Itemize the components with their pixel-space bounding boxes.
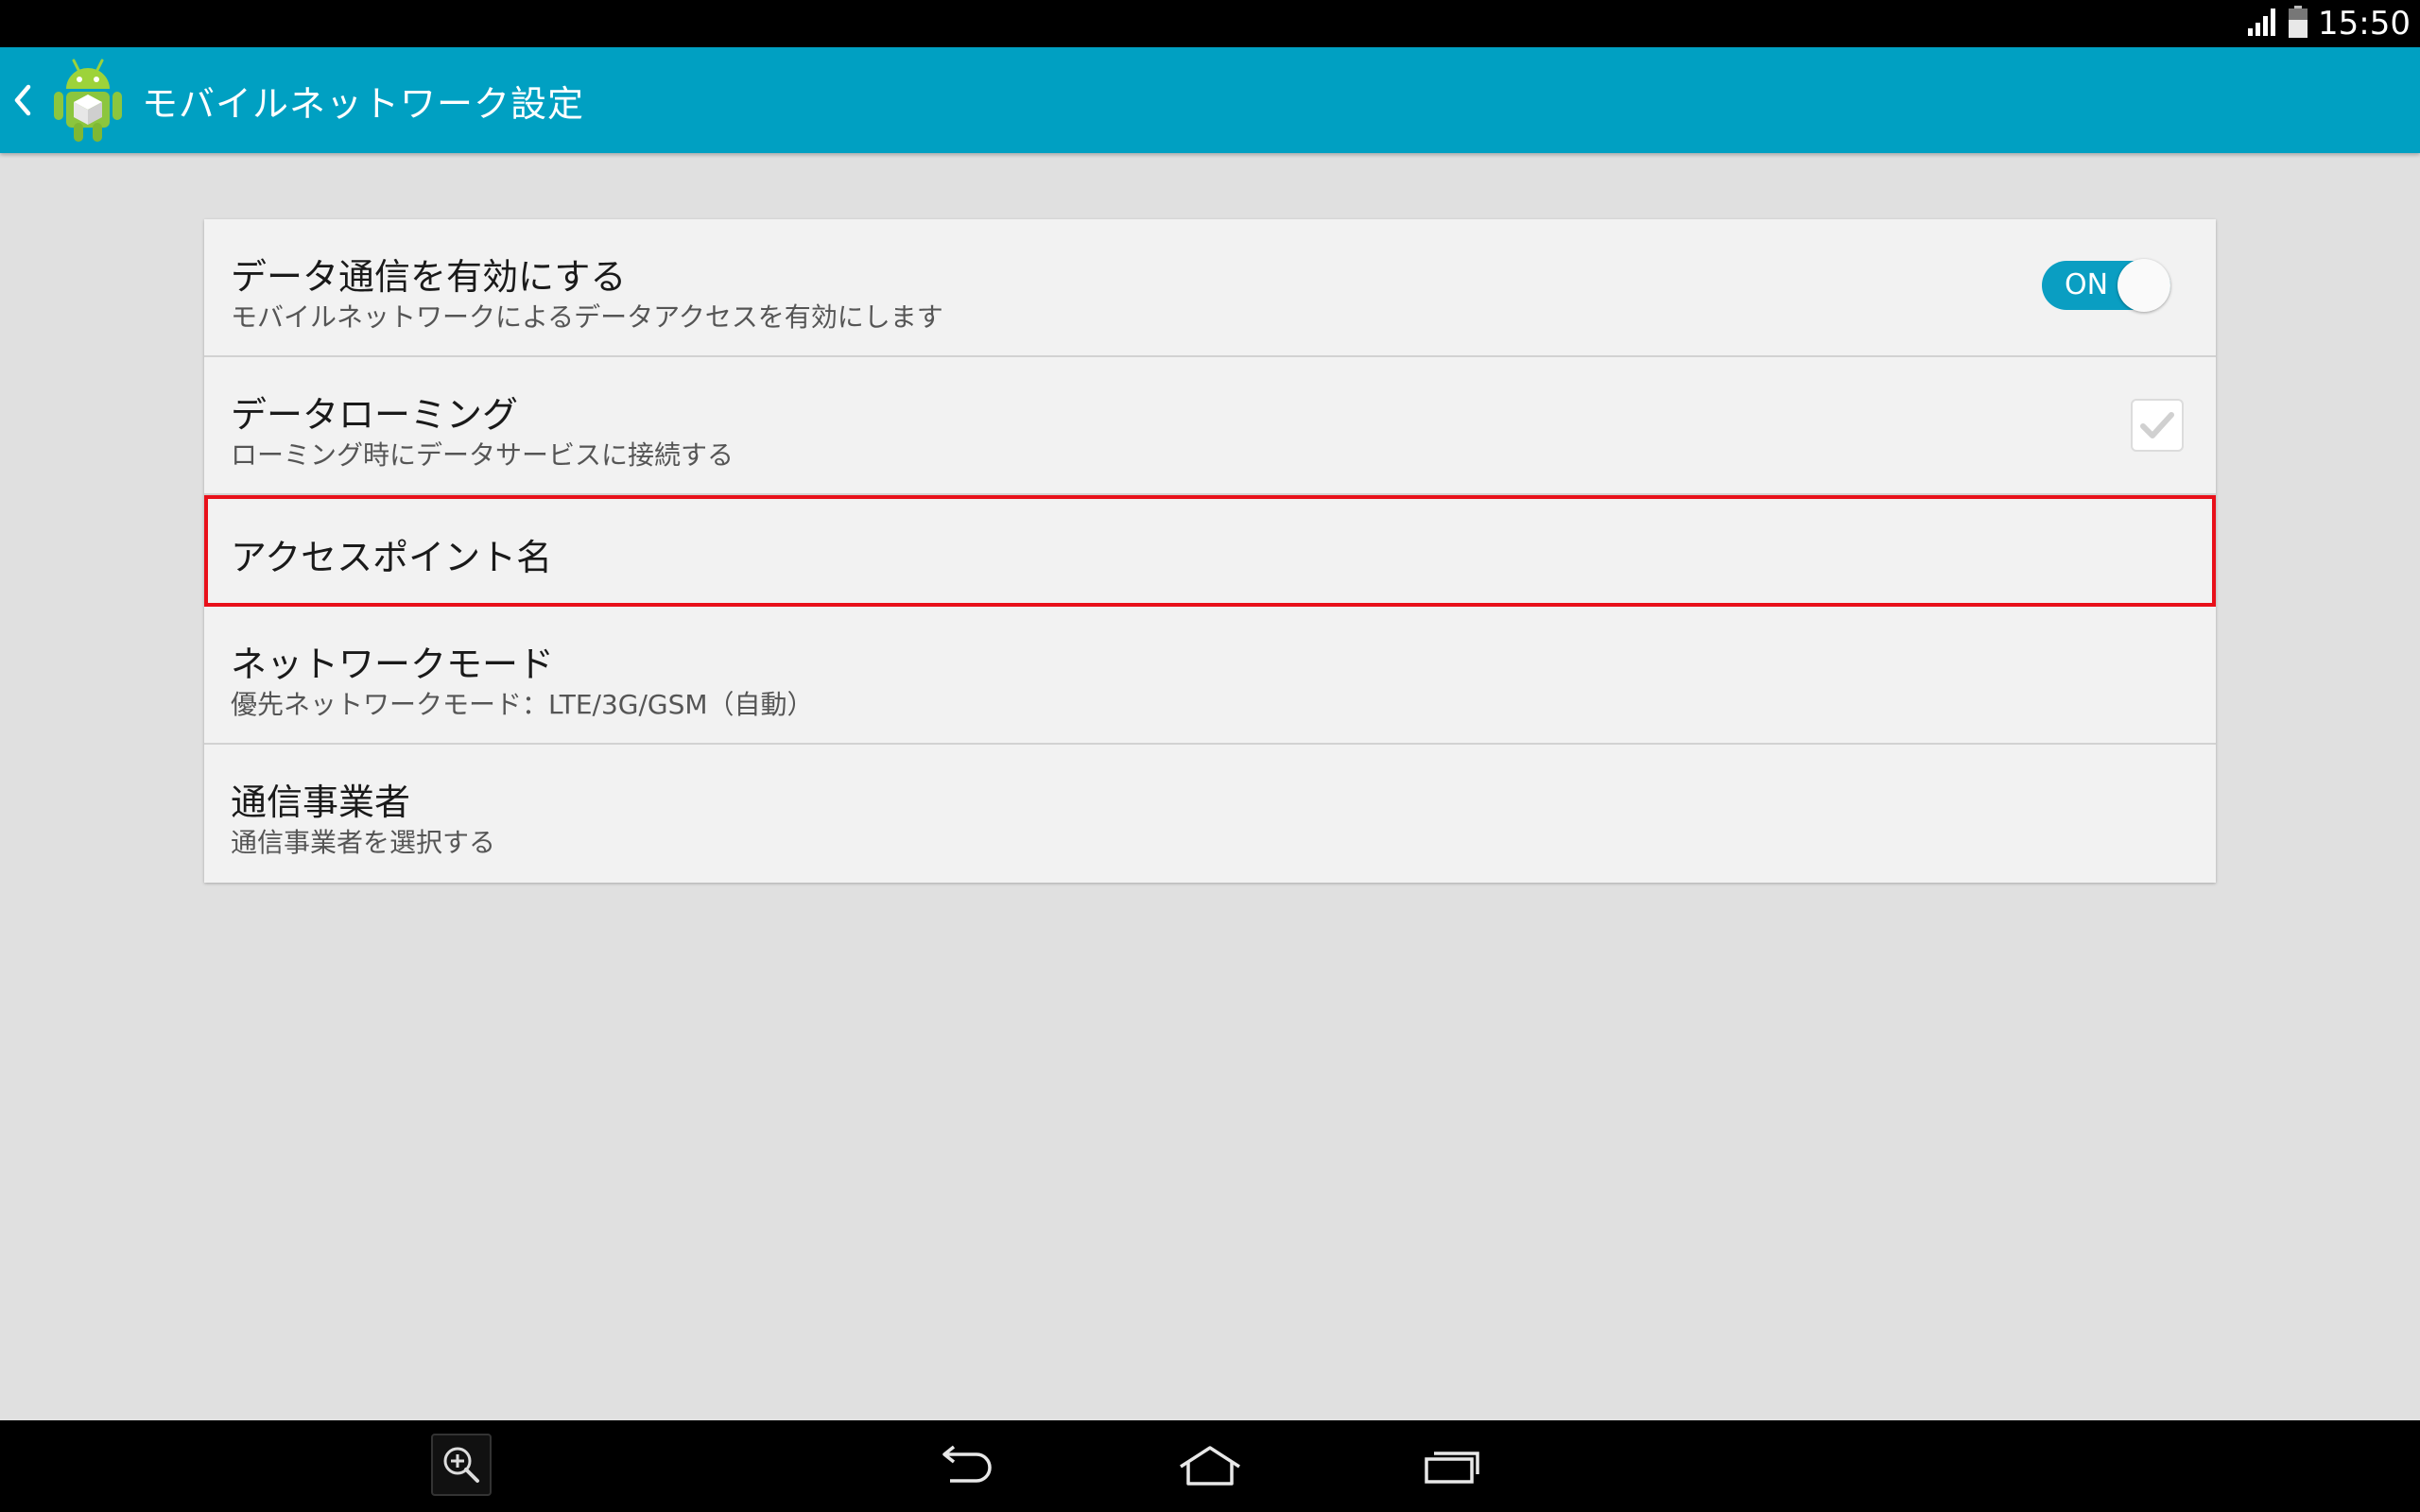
setting-title: データローミング	[231, 394, 519, 436]
setting-data-enabled[interactable]: データ通信を有効にする モバイルネットワークによるデータアクセスを有効にします …	[204, 219, 2216, 357]
home-button[interactable]	[1174, 1437, 1246, 1494]
home-icon	[1180, 1446, 1240, 1486]
status-time: 15:50	[2318, 5, 2411, 43]
navigation-bar	[0, 1420, 2420, 1512]
setting-data-roaming[interactable]: データローミング ローミング時にデータサービスに接続する	[204, 357, 2216, 495]
setting-network-operators[interactable]: 通信事業者 通信事業者を選択する	[204, 745, 2216, 883]
data-enabled-toggle[interactable]: ON	[2042, 259, 2170, 312]
check-icon	[2140, 412, 2174, 438]
setting-summary: 優先ネットワークモード：LTE/3G/GSM（自動）	[231, 689, 814, 720]
data-roaming-checkbox[interactable]	[2131, 399, 2184, 452]
setting-summary: モバイルネットワークによるデータアクセスを有効にします	[231, 301, 943, 333]
setting-title: データ通信を有効にする	[231, 256, 627, 298]
recent-apps-button[interactable]	[1420, 1437, 1486, 1494]
back-icon	[942, 1445, 992, 1483]
page-title: モバイルネットワーク設定	[142, 82, 585, 125]
toggle-label: ON	[2065, 268, 2109, 301]
setting-summary: ローミング時にデータサービスに接続する	[231, 439, 735, 471]
battery-icon	[2288, 5, 2308, 43]
back-caret-icon[interactable]	[4, 47, 42, 153]
status-icons: 15:50	[2246, 0, 2411, 47]
setting-title: アクセスポイント名	[231, 537, 553, 578]
status-bar: 15:50	[0, 0, 2420, 47]
back-button[interactable]	[930, 1437, 998, 1494]
setting-network-mode[interactable]: ネットワークモード 優先ネットワークモード：LTE/3G/GSM（自動）	[204, 607, 2216, 745]
zoom-icon	[443, 1447, 479, 1483]
signal-icon	[2246, 6, 2278, 42]
zoom-button[interactable]	[431, 1434, 492, 1496]
setting-access-point-names[interactable]: アクセスポイント名	[204, 495, 2216, 607]
toggle-knob	[2118, 259, 2170, 312]
recent-apps-icon	[1425, 1452, 1479, 1484]
action-bar: モバイルネットワーク設定	[0, 47, 2420, 153]
settings-list: データ通信を有効にする モバイルネットワークによるデータアクセスを有効にします …	[204, 219, 2216, 883]
setting-summary: 通信事業者を選択する	[231, 827, 496, 858]
setting-title: ネットワークモード	[231, 644, 555, 685]
setting-title: 通信事業者	[231, 782, 411, 823]
android-app-icon[interactable]	[45, 55, 130, 146]
